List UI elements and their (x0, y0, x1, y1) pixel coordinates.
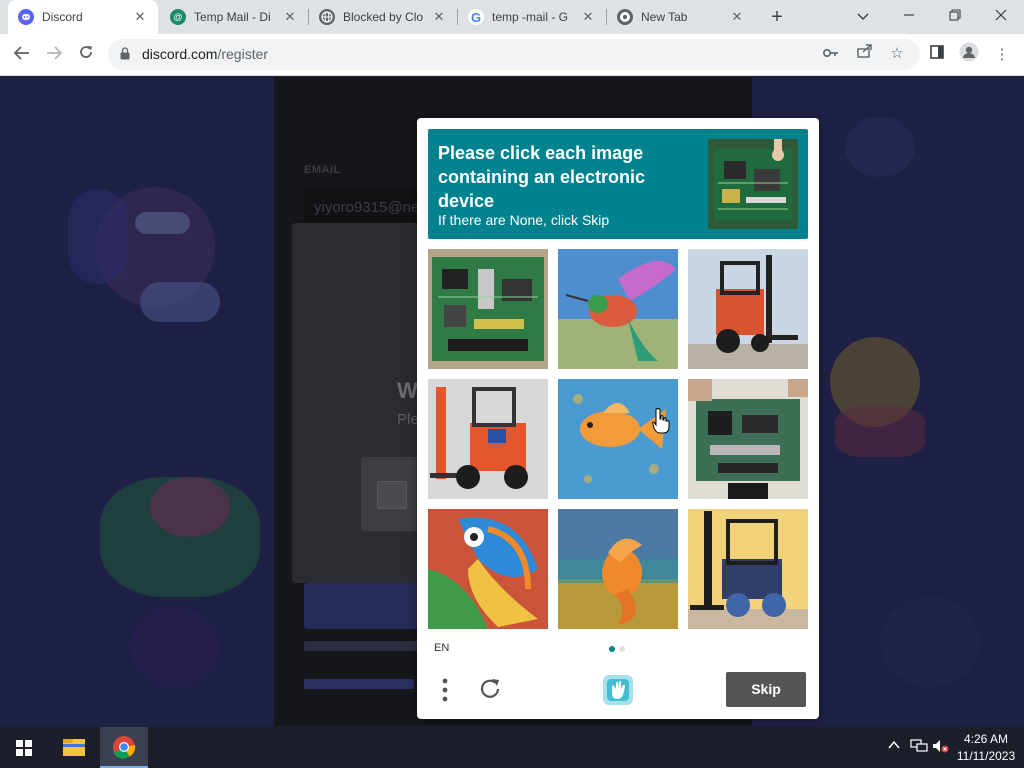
tab-blocked[interactable]: Blocked by Clo ✕ (309, 0, 457, 34)
dialog-subtitle: Ple (397, 411, 419, 428)
dialog-title: W (397, 378, 418, 403)
prompt-subtext: If there are None, click Skip (438, 212, 610, 228)
file-explorer-icon[interactable] (50, 727, 98, 768)
close-tab-icon[interactable]: ✕ (729, 9, 745, 25)
example-image (708, 139, 798, 229)
challenge-image-forklift[interactable] (688, 509, 808, 629)
email-field-value: yiyoro9315@ne (314, 199, 420, 216)
prompt-text: Please click each image containing an el… (438, 143, 646, 211)
forward-button[interactable] (41, 42, 67, 68)
close-tab-icon[interactable]: ✕ (282, 9, 298, 25)
hcaptcha-challenge: Please click each image containing an el… (417, 118, 819, 719)
tab-new-tab[interactable]: New Tab ✕ (607, 0, 755, 34)
system-clock[interactable]: 4:26 AM 11/11/2023 (950, 731, 1022, 765)
background-illustration (835, 407, 925, 457)
address-bar[interactable]: discord.com/register ☆ (108, 39, 920, 70)
background-illustration (845, 117, 915, 177)
challenge-image-circuit-board[interactable] (428, 249, 548, 369)
globe-icon (319, 9, 335, 25)
challenge-image-bird[interactable] (428, 509, 548, 629)
close-tab-icon[interactable]: ✕ (580, 9, 596, 25)
close-window-button[interactable] (978, 0, 1024, 34)
discord-icon (18, 9, 34, 25)
challenge-image-forklift[interactable] (688, 249, 808, 369)
challenge-image-circuit-board[interactable] (688, 379, 808, 499)
chrome-taskbar-icon[interactable] (100, 727, 148, 768)
background-illustration (68, 189, 128, 284)
clock-date: 11/11/2023 (956, 749, 1016, 763)
challenge-prompt: Please click each image containing an el… (428, 129, 808, 239)
restore-button[interactable] (932, 0, 978, 34)
hand-pointer-icon (652, 408, 670, 434)
login-link-placeholder[interactable] (304, 679, 414, 689)
refresh-challenge-icon[interactable] (477, 676, 503, 702)
challenge-image-goldfish[interactable] (558, 379, 678, 499)
tab-search-chevron-icon[interactable] (840, 0, 886, 34)
google-icon: G (468, 9, 484, 25)
tab-discord[interactable]: Discord ✕ (8, 0, 158, 34)
skip-button[interactable]: Skip (726, 672, 806, 707)
minimize-button[interactable] (886, 0, 932, 34)
page-indicator (619, 646, 625, 652)
lock-icon[interactable] (120, 47, 130, 60)
chrome-icon (617, 9, 633, 25)
challenge-image-forklift[interactable] (428, 379, 548, 499)
tab-google-search[interactable]: G temp -mail - G ✕ (458, 0, 606, 34)
url-text: discord.com/register (142, 46, 269, 62)
kebab-menu-icon[interactable]: ⋮ (989, 42, 1015, 68)
tray-chevron-icon[interactable] (888, 739, 900, 754)
volume-muted-icon[interactable] (932, 739, 950, 756)
speech-bubble-illustration (135, 212, 190, 234)
browser-toolbar: discord.com/register ☆ ⋮ (0, 34, 1024, 76)
tab-temp-mail[interactable]: @ Temp Mail - Di ✕ (160, 0, 308, 34)
page-indicator-active (609, 646, 615, 652)
language-selector[interactable]: EN (434, 642, 449, 654)
challenge-image-hummingbird[interactable] (558, 249, 678, 369)
menu-dots-icon[interactable] (435, 675, 455, 705)
close-tab-icon[interactable]: ✕ (132, 9, 148, 25)
close-tab-icon[interactable]: ✕ (431, 9, 447, 25)
share-icon[interactable] (852, 41, 878, 67)
background-illustration (140, 282, 220, 322)
background-illustration (130, 607, 220, 687)
back-button[interactable] (9, 42, 35, 68)
network-icon[interactable] (910, 739, 928, 756)
challenge-image-goldfish[interactable] (558, 509, 678, 629)
background-illustration (150, 477, 230, 537)
email-label: EMAIL (304, 164, 341, 176)
key-icon[interactable] (818, 41, 844, 67)
captcha-checkbox[interactable] (377, 481, 407, 509)
tempmail-icon: @ (170, 9, 186, 25)
tab-title: Temp Mail - Di (194, 10, 271, 24)
tab-title: Discord (42, 10, 83, 24)
start-button[interactable] (0, 727, 48, 768)
new-tab-button[interactable]: + (764, 4, 790, 30)
bookmark-star-icon[interactable]: ☆ (884, 41, 910, 67)
svg-text:G: G (471, 10, 481, 24)
windows-taskbar: 4:26 AM 11/11/2023 (0, 727, 1024, 768)
background-illustration (880, 597, 980, 687)
hcaptcha-logo-icon[interactable] (601, 673, 635, 707)
tab-title: Blocked by Clo (343, 10, 424, 24)
tab-strip: Discord ✕ @ Temp Mail - Di ✕ Blocked by … (0, 0, 1024, 34)
tab-title: New Tab (641, 10, 688, 24)
clock-time: 4:26 AM (963, 732, 1009, 746)
reload-button[interactable] (73, 42, 99, 68)
side-panel-icon[interactable] (924, 42, 950, 68)
profile-avatar-icon[interactable] (956, 42, 982, 68)
tab-title: temp -mail - G (492, 10, 569, 24)
